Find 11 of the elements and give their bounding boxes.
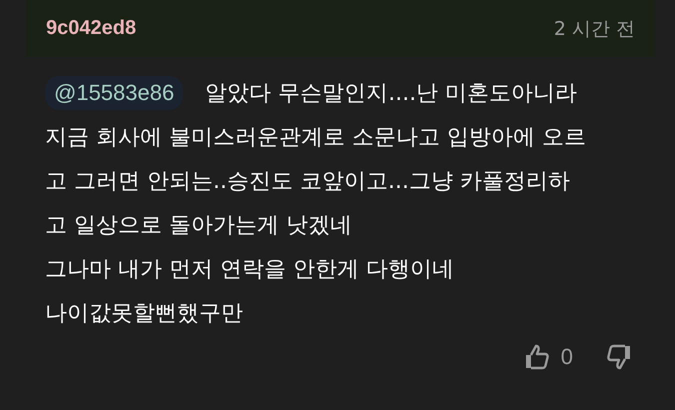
comment-text: 나이값못할뻔했구만: [45, 300, 243, 328]
like-count: 0: [560, 344, 573, 370]
mention-link[interactable]: @15583e86: [45, 76, 184, 110]
comment-text: 고 일상으로 돌아가는게 낫겠네: [45, 212, 352, 240]
comment-text: 지금 회사에 불미스러운관계로 소문나고 입방아에 오르: [45, 124, 586, 152]
comment-text: 알았다 무슨말인지....난 미혼도아니라: [205, 80, 578, 108]
author-name[interactable]: 9c042ed8: [46, 17, 136, 40]
dislike-icon[interactable]: [605, 343, 633, 371]
comment-text: 고 그러면 안되는..승진도 코앞이고...그냥 카풀정리하: [45, 168, 570, 196]
comment-text: 그나마 내가 먼저 연락을 안한게 다행이네: [45, 256, 454, 284]
timestamp: 2 시간 전: [554, 16, 635, 42]
